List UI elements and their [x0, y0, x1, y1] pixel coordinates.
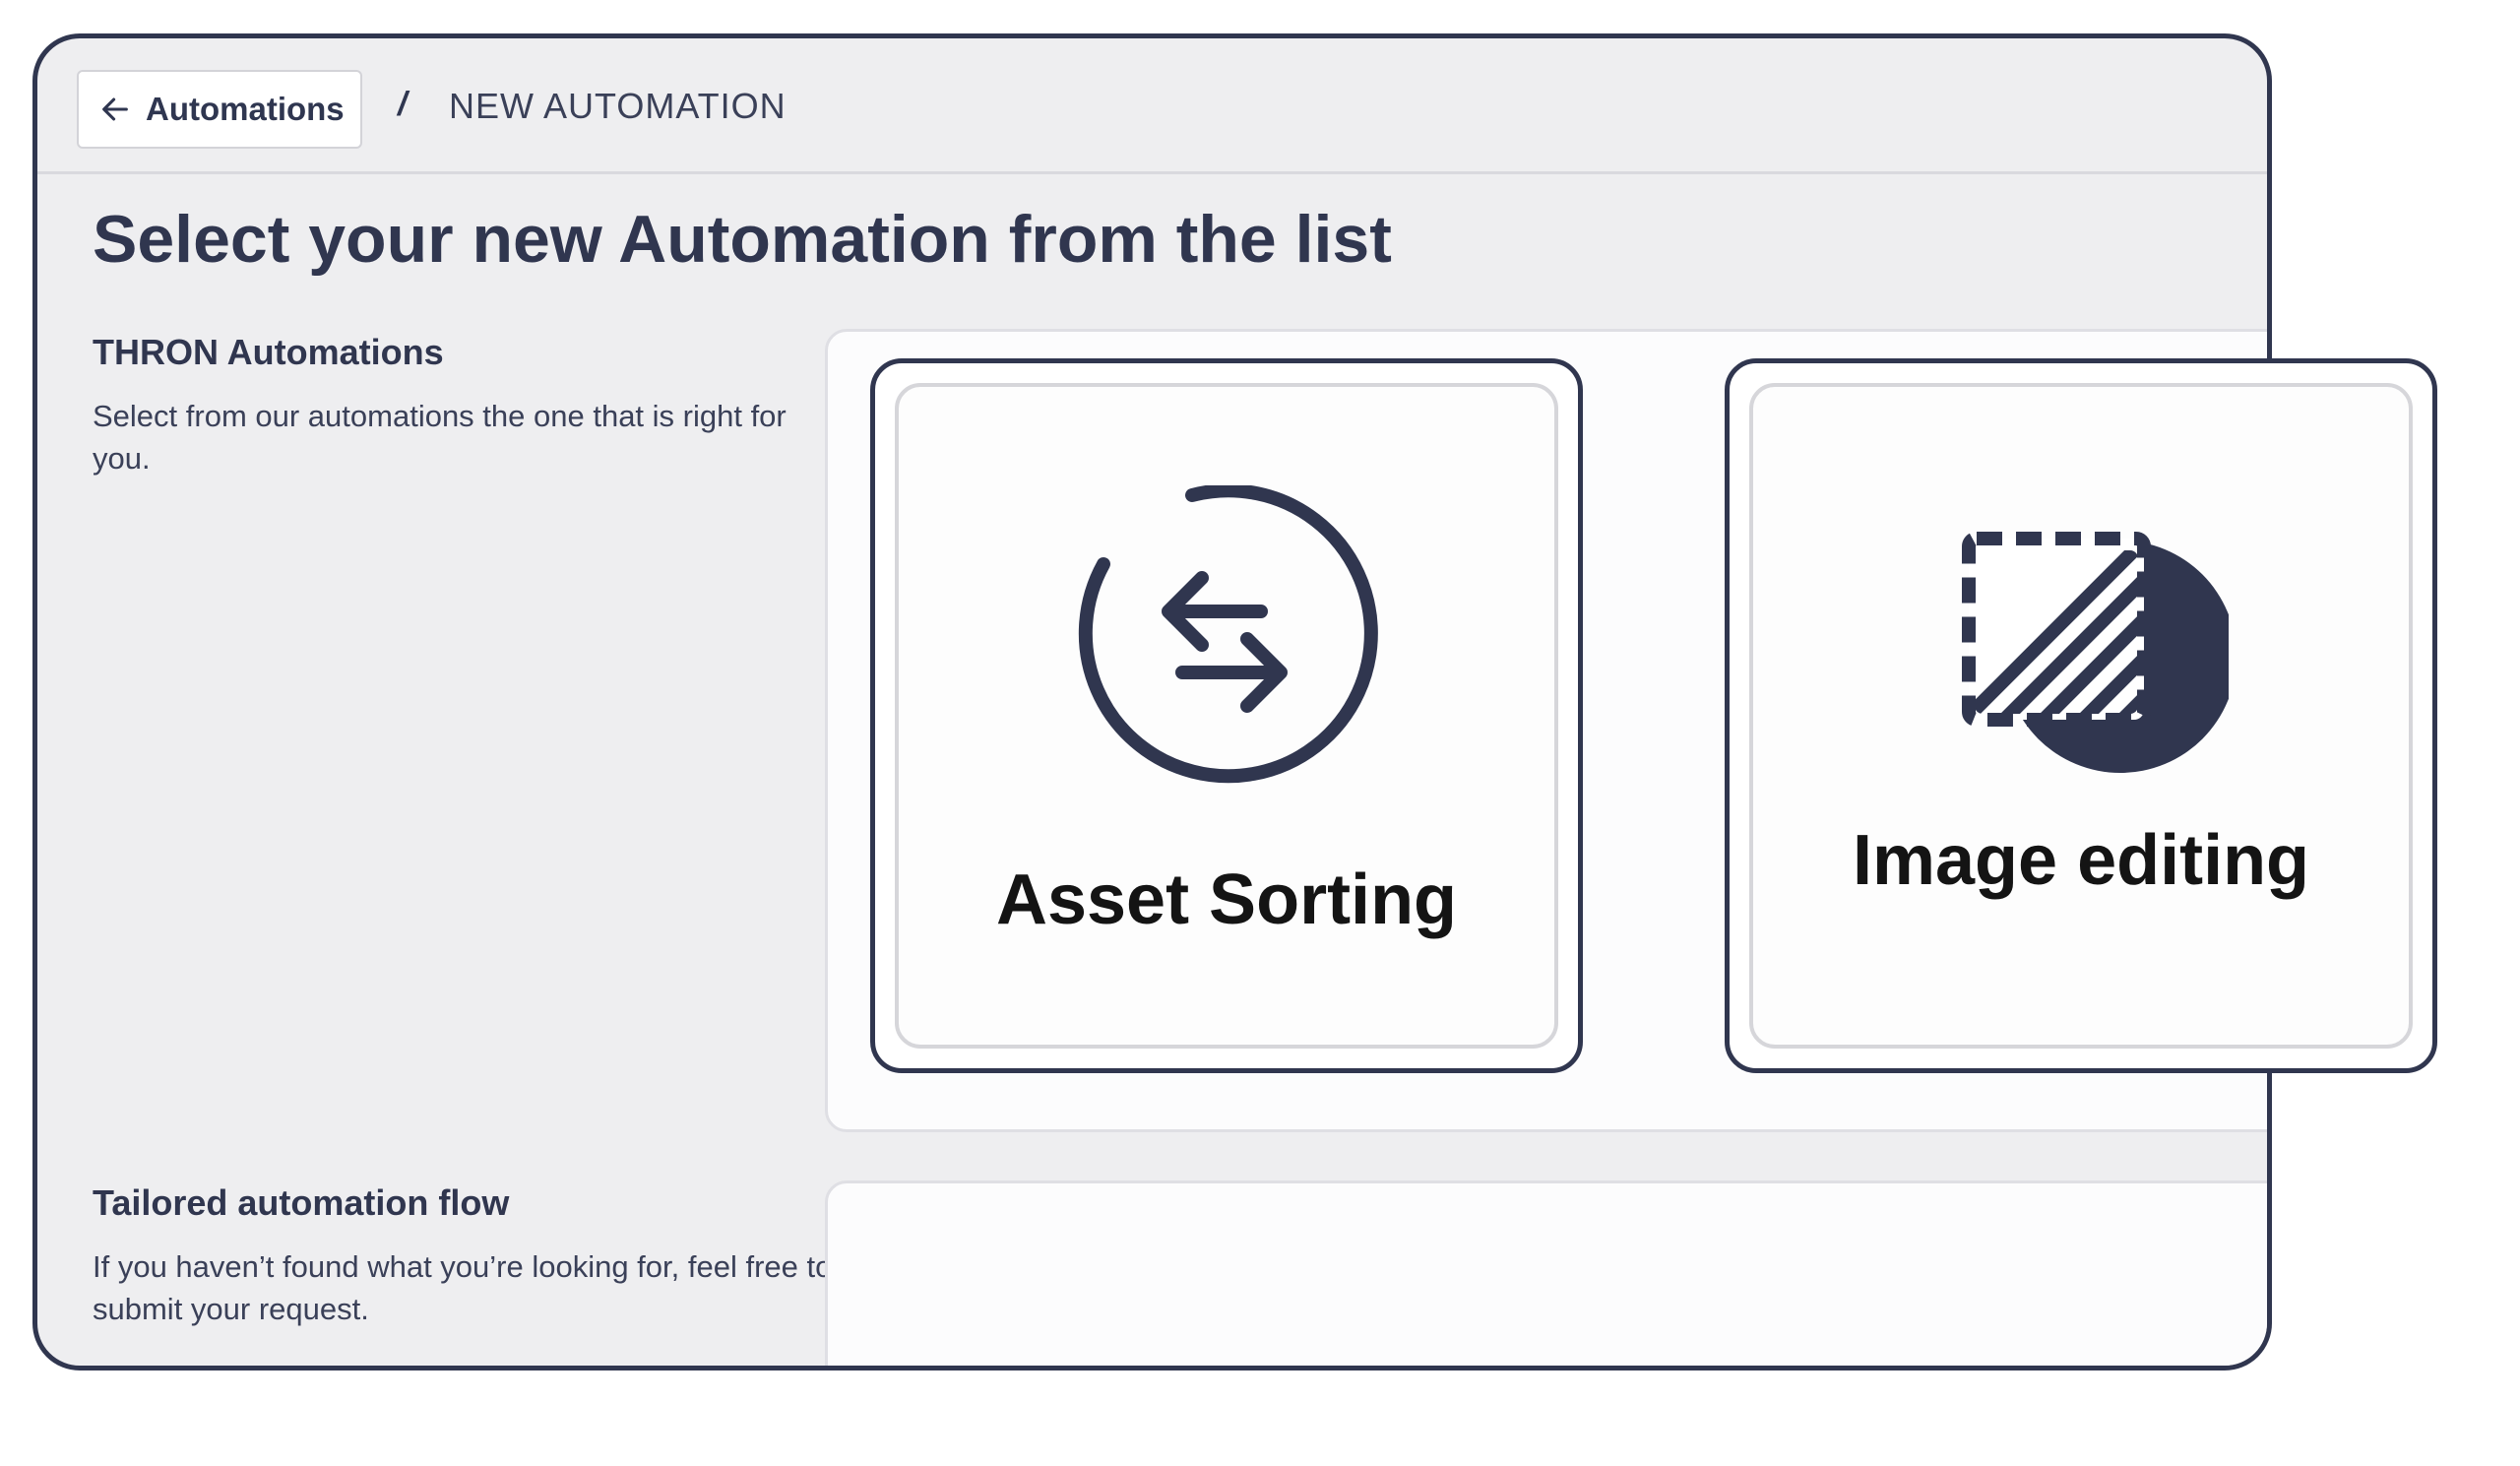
- page-title: Select your new Automation from the list: [93, 202, 1392, 277]
- breadcrumb: Automations / NEW AUTOMATION: [37, 38, 2267, 174]
- image-editing-label: Image editing: [1852, 821, 2310, 900]
- tailored-request-panel: [825, 1180, 2267, 1366]
- arrow-left-icon: [102, 97, 128, 121]
- thron-automations-title: THRON Automations: [93, 332, 444, 372]
- image-editing-card[interactable]: Image editing: [1725, 358, 2437, 1073]
- thron-automations-description: Select from our automations the one that…: [93, 399, 787, 476]
- tailored-automation-title: Tailored automation flow: [93, 1182, 510, 1223]
- tailored-automation-description: If you haven’t found what you’re looking…: [93, 1249, 833, 1326]
- asset-sorting-card[interactable]: Asset Sorting: [870, 358, 1583, 1073]
- breadcrumb-separator: /: [398, 86, 408, 123]
- asset-sorting-label: Asset Sorting: [995, 860, 1458, 939]
- image-crop-icon: [1962, 532, 2229, 773]
- card-inner-frame: Asset Sorting: [895, 383, 1558, 1049]
- swap-arrows-icon: [1078, 485, 1378, 784]
- breadcrumb-current: NEW AUTOMATION: [449, 86, 787, 126]
- card-inner-frame: Image editing: [1749, 383, 2413, 1049]
- back-to-automations-button[interactable]: Automations: [77, 70, 362, 149]
- back-button-label: Automations: [146, 91, 345, 127]
